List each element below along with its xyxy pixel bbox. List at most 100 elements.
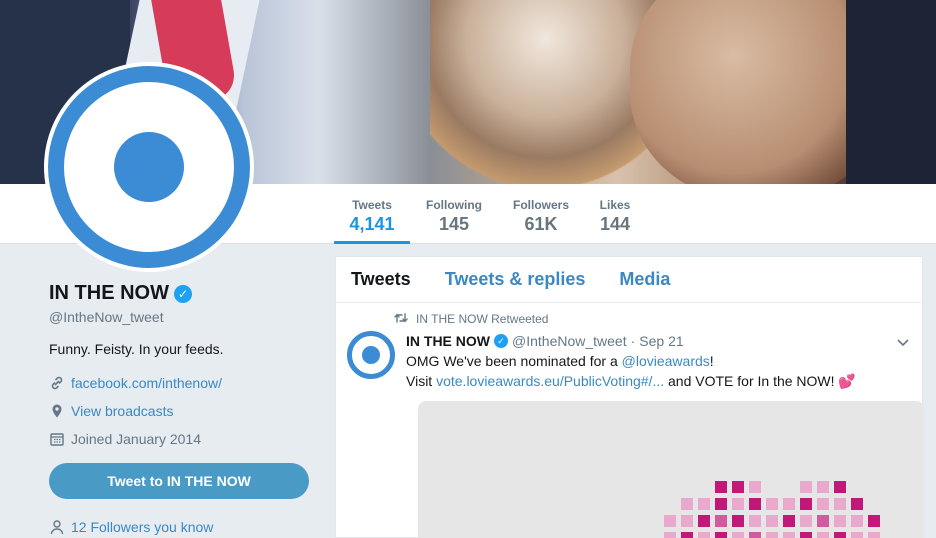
tweet-separator: · bbox=[630, 333, 636, 349]
profile-broadcasts-row: View broadcasts bbox=[49, 401, 319, 420]
media-mosaic-tile bbox=[732, 532, 744, 538]
two-hearts-icon: 💕 bbox=[838, 373, 856, 389]
tweet-verified-icon: ✓ bbox=[494, 334, 508, 348]
media-mosaic-tile bbox=[817, 515, 829, 527]
media-mosaic-tile bbox=[766, 498, 778, 510]
media-mosaic-tile bbox=[681, 498, 693, 510]
media-mosaic-tile bbox=[749, 481, 761, 493]
verified-badge-icon: ✓ bbox=[174, 284, 192, 303]
nav-followers-label: Followers bbox=[512, 198, 569, 212]
media-mosaic-tile bbox=[783, 498, 795, 510]
media-mosaic-tile bbox=[817, 481, 829, 493]
followers-you-know-row: 12 Followers you know bbox=[49, 519, 319, 535]
tweet-text-line-2: Visit vote.lovieawards.eu/PublicVoting#/… bbox=[406, 371, 910, 391]
tab-tweets-replies[interactable]: Tweets & replies bbox=[445, 269, 586, 290]
tweet-media-image[interactable] bbox=[418, 401, 924, 538]
nav-likes-label: Likes bbox=[599, 198, 631, 212]
media-mosaic-tile bbox=[698, 515, 710, 527]
nav-tweets-count: 4,141 bbox=[349, 214, 395, 234]
profile-handle[interactable]: @IntheNow_tweet bbox=[49, 309, 319, 325]
media-mosaic-tile bbox=[715, 532, 727, 538]
nav-likes[interactable]: Likes 144 bbox=[596, 184, 634, 244]
timeline-panel: Tweets Tweets & replies Media IN THE NOW… bbox=[335, 256, 924, 538]
tweet-author-avatar[interactable] bbox=[347, 331, 395, 379]
media-mosaic-tile bbox=[851, 515, 863, 527]
person-icon bbox=[49, 519, 65, 535]
media-mosaic-tile bbox=[834, 515, 846, 527]
avatar-dot bbox=[114, 132, 184, 202]
tweet-timestamp[interactable]: Sep 21 bbox=[639, 333, 683, 349]
profile-avatar[interactable] bbox=[44, 62, 254, 272]
nav-tweets-label: Tweets bbox=[352, 198, 392, 212]
calendar-icon bbox=[49, 431, 65, 447]
retweet-note[interactable]: IN THE NOW Retweeted bbox=[416, 312, 548, 326]
banner-cat-shape bbox=[430, 0, 660, 184]
tweet-vote-link[interactable]: vote.lovieawards.eu/PublicVoting#/... bbox=[436, 373, 664, 389]
tweet-to-button[interactable]: Tweet to IN THE NOW bbox=[49, 463, 309, 499]
retweet-icon bbox=[394, 311, 408, 327]
media-mosaic-tile bbox=[766, 515, 778, 527]
tweet-avatar-dot bbox=[362, 346, 380, 364]
tab-media[interactable]: Media bbox=[619, 269, 670, 290]
media-mosaic-tile bbox=[749, 515, 761, 527]
profile-website-link[interactable]: facebook.com/inthenow/ bbox=[71, 375, 222, 391]
view-broadcasts-link[interactable]: View broadcasts bbox=[71, 403, 173, 419]
media-mosaic-tile bbox=[732, 515, 744, 527]
tweet-text-2a: Visit bbox=[406, 373, 437, 389]
tweet-text-line-1: OMG We've been nominated for a @lovieawa… bbox=[406, 351, 910, 371]
tweet-author-handle[interactable]: @IntheNow_tweet bbox=[512, 333, 627, 349]
media-mosaic-tile bbox=[834, 498, 846, 510]
tweet-text-1a: OMG We've been nominated for a bbox=[406, 353, 622, 369]
profile-joined-date: Joined January 2014 bbox=[71, 430, 201, 447]
tweet-text-2b: and VOTE for In the NOW! bbox=[664, 373, 839, 389]
media-mosaic-tile bbox=[851, 532, 863, 538]
media-mosaic-tile bbox=[749, 498, 761, 510]
tweet-body: IN THE NOW ✓ @IntheNow_tweet · Sep 21 OM… bbox=[406, 331, 910, 391]
tab-tweets[interactable]: Tweets bbox=[351, 269, 411, 290]
media-mosaic-tile bbox=[783, 515, 795, 527]
media-mosaic-tile bbox=[681, 515, 693, 527]
media-mosaic-tile bbox=[732, 481, 744, 493]
media-mosaic-tile bbox=[698, 498, 710, 510]
tweet-author-name[interactable]: IN THE NOW bbox=[406, 333, 490, 349]
media-mosaic-tile bbox=[817, 532, 829, 538]
media-mosaic-tile bbox=[868, 532, 880, 538]
media-mosaic-tile bbox=[681, 532, 693, 538]
media-mosaic-tile bbox=[698, 532, 710, 538]
nav-following-count: 145 bbox=[438, 214, 470, 234]
link-icon bbox=[49, 375, 65, 391]
profile-website-row: facebook.com/inthenow/ bbox=[49, 373, 319, 392]
media-mosaic-tile bbox=[732, 498, 744, 510]
media-mosaic-tile bbox=[715, 498, 727, 510]
profile-name-row: IN THE NOW ✓ bbox=[49, 282, 319, 305]
media-mosaic-tile bbox=[834, 532, 846, 538]
tweet-item[interactable]: IN THE NOW Retweeted IN THE NOW ✓ @Inthe… bbox=[336, 303, 924, 538]
media-mosaic-tile bbox=[715, 481, 727, 493]
profile-sidebar: IN THE NOW ✓ @IntheNow_tweet Funny. Feis… bbox=[49, 282, 319, 535]
timeline-tabs: Tweets Tweets & replies Media bbox=[336, 257, 922, 303]
profile-joined-row: Joined January 2014 bbox=[49, 429, 319, 448]
nav-followers[interactable]: Followers 61K bbox=[510, 184, 572, 244]
tweet-mention-link[interactable]: @lovieawards bbox=[622, 353, 710, 369]
media-mosaic-tile bbox=[800, 498, 812, 510]
media-mosaic-tile bbox=[749, 532, 761, 538]
media-mosaic-tile bbox=[783, 532, 795, 538]
chevron-down-icon[interactable] bbox=[896, 335, 910, 351]
media-mosaic-tile bbox=[834, 481, 846, 493]
nav-following[interactable]: Following 145 bbox=[422, 184, 486, 244]
media-mosaic-tile bbox=[715, 515, 727, 527]
retweet-context: IN THE NOW Retweeted bbox=[394, 311, 910, 327]
media-mosaic-tile bbox=[851, 498, 863, 510]
followers-you-know-link[interactable]: 12 Followers you know bbox=[71, 519, 213, 535]
nav-tweets[interactable]: Tweets 4,141 bbox=[334, 184, 410, 244]
tweet-text-1b: ! bbox=[709, 353, 714, 369]
media-mosaic-tile bbox=[664, 515, 676, 527]
media-mosaic-tile bbox=[800, 532, 812, 538]
media-mosaic-tile bbox=[817, 498, 829, 510]
nav-following-label: Following bbox=[426, 198, 482, 212]
media-mosaic-tile bbox=[766, 532, 778, 538]
media-mosaic-tile bbox=[868, 515, 880, 527]
media-mosaic-tile bbox=[800, 481, 812, 493]
profile-name[interactable]: IN THE NOW bbox=[49, 282, 169, 305]
tweet-header: IN THE NOW ✓ @IntheNow_tweet · Sep 21 bbox=[406, 331, 910, 351]
